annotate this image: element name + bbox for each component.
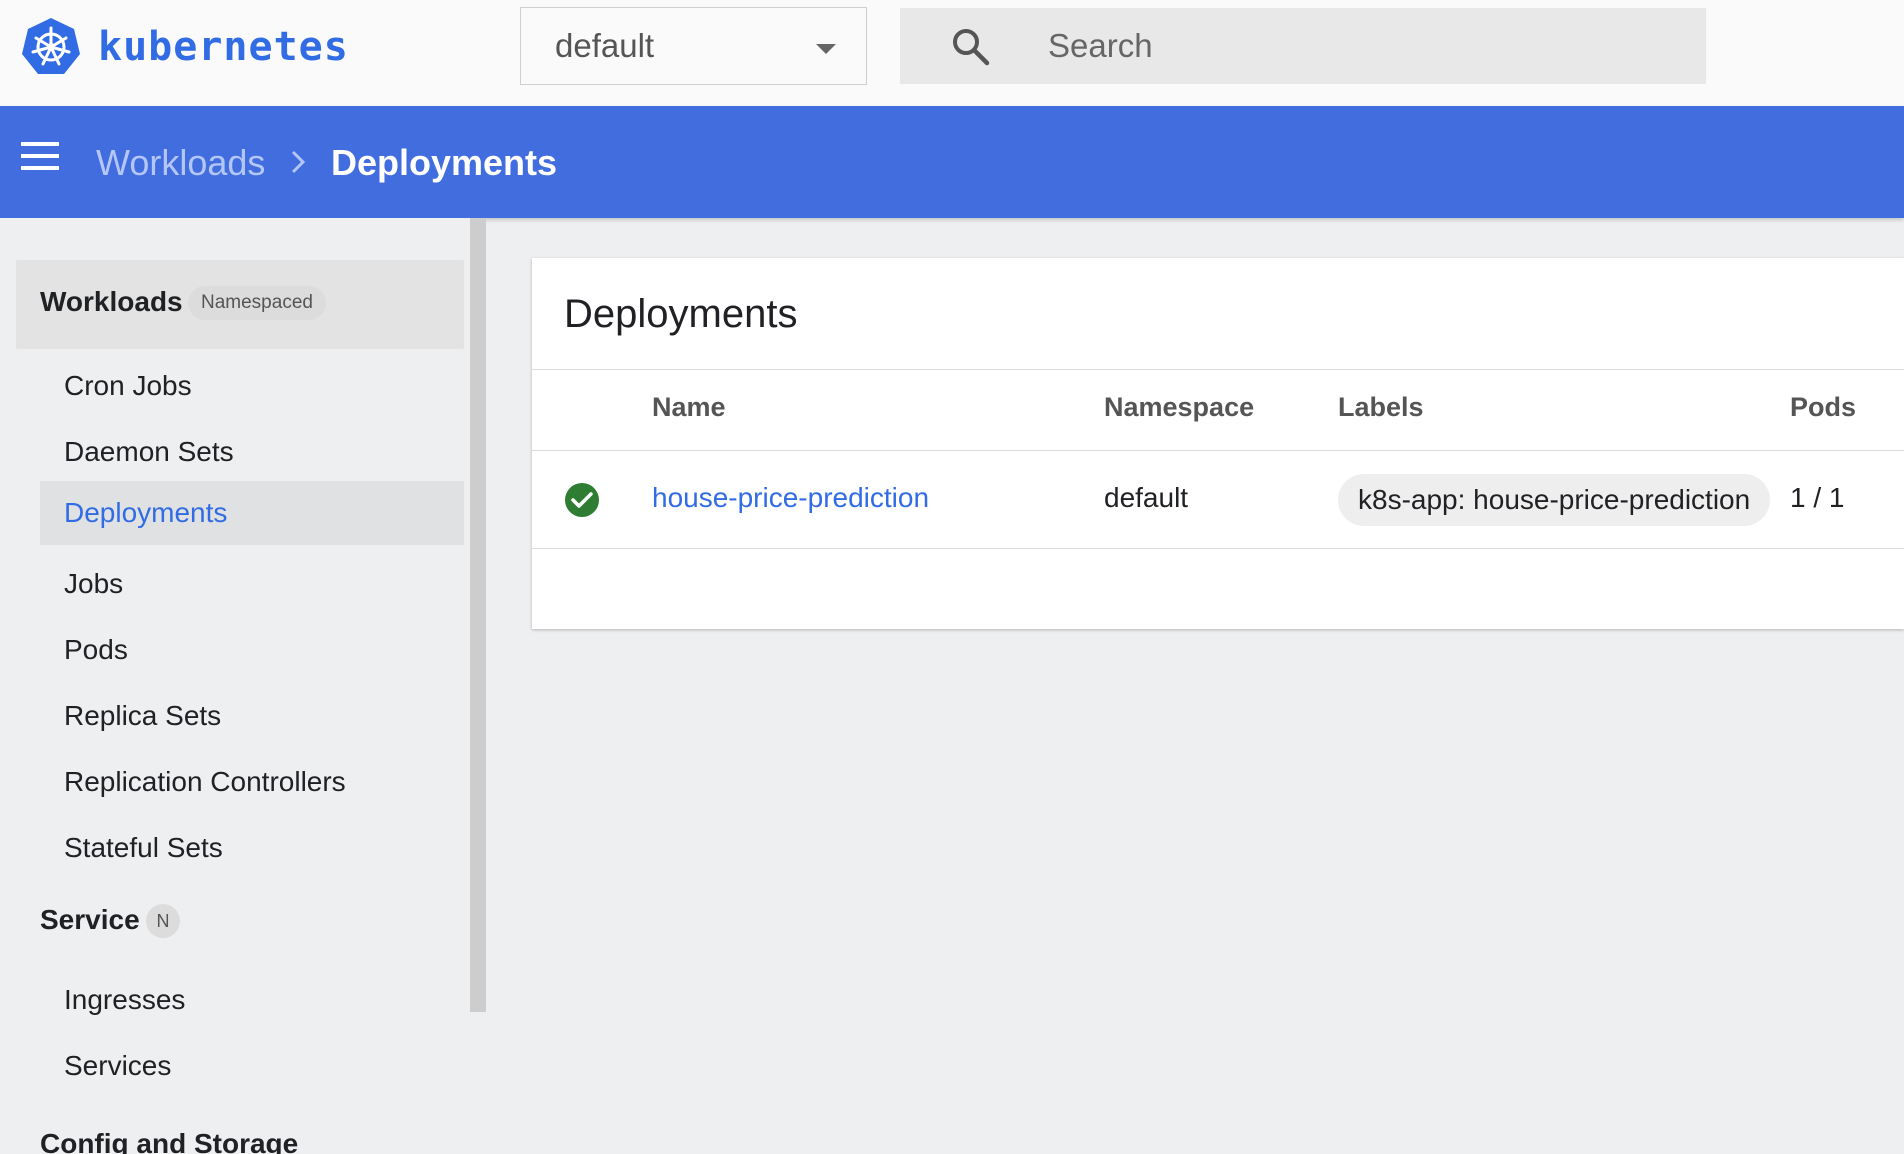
deployments-card: Deployments Name Namespace Labels Pods h…	[532, 258, 1904, 629]
search-input[interactable]	[1048, 8, 1688, 84]
header-divider	[532, 369, 1904, 370]
sidebar: Workloads Namespaced Cron Jobs Daemon Se…	[0, 218, 470, 1154]
hamburger-menu-icon[interactable]	[18, 142, 62, 182]
chevron-right-icon	[291, 150, 306, 174]
sidebar-section-title: Workloads	[40, 286, 183, 317]
sidebar-item-daemon-sets[interactable]: Daemon Sets	[40, 420, 464, 484]
deployment-pods: 1 / 1	[1790, 482, 1845, 513]
app-bar: Workloads Deployments	[0, 106, 1904, 218]
status-ok-icon	[565, 483, 599, 517]
label-chip[interactable]: k8s-app: house-price-prediction	[1338, 474, 1771, 526]
sidebar-section-workloads[interactable]: Workloads Namespaced	[16, 260, 464, 349]
sidebar-item-ingresses[interactable]: Ingresses	[40, 968, 464, 1032]
sidebar-item-cron-jobs[interactable]: Cron Jobs	[40, 354, 464, 418]
sidebar-item-replication-controllers[interactable]: Replication Controllers	[40, 750, 464, 814]
sidebar-item-jobs[interactable]: Jobs	[40, 552, 464, 616]
breadcrumb-current: Deployments	[331, 142, 558, 183]
dropdown-arrow-icon	[816, 44, 836, 54]
row-divider	[532, 548, 1904, 549]
top-bar: kubernetes default	[0, 0, 1904, 106]
namespaced-badge-short: N	[146, 904, 180, 938]
namespace-select-value: default	[555, 27, 655, 64]
namespace-select[interactable]: default	[520, 7, 867, 85]
namespaced-badge: Namespaced	[188, 286, 326, 320]
table-header-divider	[532, 450, 1904, 451]
card-title: Deployments	[564, 292, 798, 336]
sidebar-item-deployments[interactable]: Deployments	[40, 481, 464, 545]
sidebar-section-service[interactable]: Service	[40, 904, 140, 936]
sidebar-scrollbar[interactable]	[470, 218, 486, 1012]
deployment-name-link[interactable]: house-price-prediction	[652, 482, 929, 514]
breadcrumb-workloads[interactable]: Workloads	[96, 142, 265, 184]
column-header-pods: Pods	[1790, 392, 1857, 422]
kubernetes-helm-icon	[22, 18, 80, 74]
kubernetes-logo[interactable]: kubernetes	[20, 16, 349, 78]
sidebar-section-config-and-storage[interactable]: Config and Storage	[40, 1128, 298, 1154]
column-header-namespace[interactable]: Namespace	[1104, 392, 1254, 423]
column-header-labels: Labels	[1338, 392, 1424, 422]
brand-name: kubernetes	[98, 24, 349, 70]
sidebar-item-replica-sets[interactable]: Replica Sets	[40, 684, 464, 748]
search-bar[interactable]	[900, 8, 1706, 84]
column-header-name[interactable]: Name	[652, 392, 726, 423]
sidebar-item-pods[interactable]: Pods	[40, 618, 464, 682]
sidebar-item-stateful-sets[interactable]: Stateful Sets	[40, 816, 464, 880]
sidebar-item-services[interactable]: Services	[40, 1034, 464, 1098]
deployment-namespace: default	[1104, 482, 1189, 513]
search-icon	[953, 29, 990, 66]
